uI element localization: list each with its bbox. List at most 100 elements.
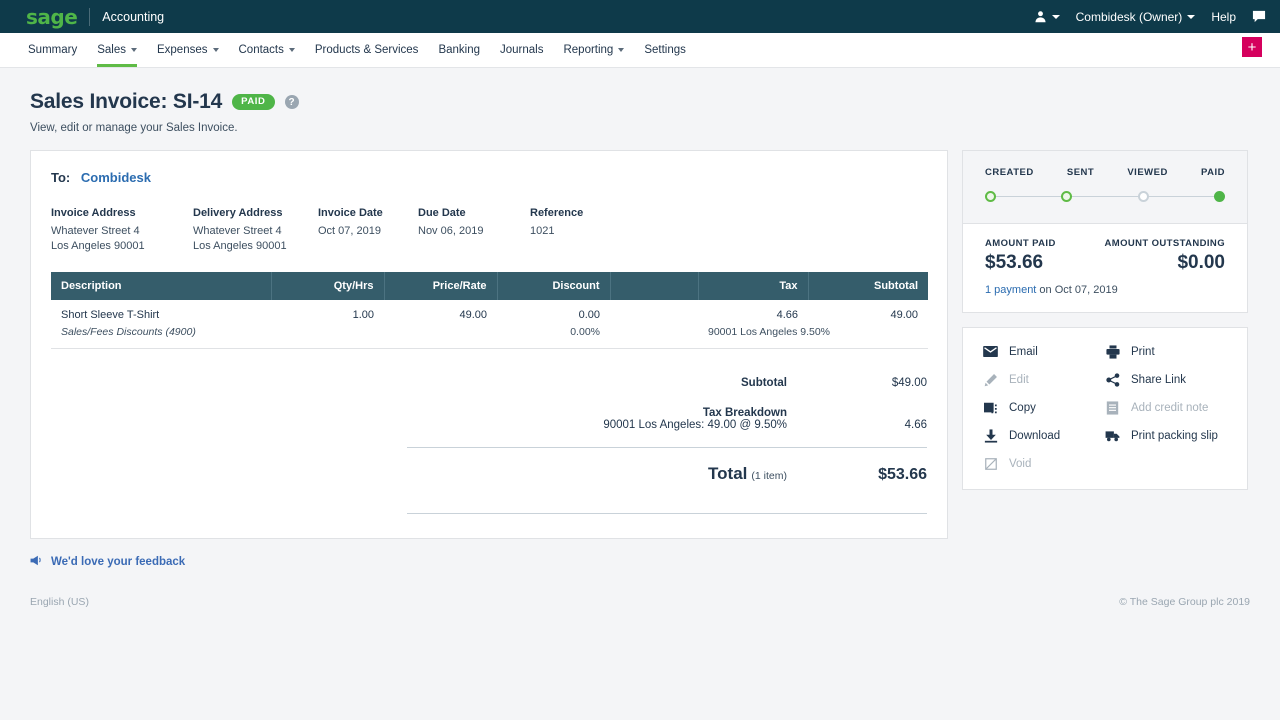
meta-due-date: Due Date Nov 06, 2019 <box>418 206 530 254</box>
document-icon <box>1105 400 1120 415</box>
nav-item-sales[interactable]: Sales <box>87 33 147 67</box>
content-layout: To: Combidesk Invoice Address Whatever S… <box>0 134 1280 539</box>
nav-item-banking[interactable]: Banking <box>428 33 490 67</box>
recipient-row: To: Combidesk <box>51 170 927 185</box>
table-row: Short Sleeve T-Shirt Sales/Fees Discount… <box>51 300 928 349</box>
invoice-meta: Invoice Address Whatever Street 4 Los An… <box>51 206 927 254</box>
cell-subtotal: 49.00 <box>808 300 928 349</box>
tax-breakdown-value: 4.66 <box>827 419 927 431</box>
amount-outstanding-block: AMOUNT OUTSTANDING $0.00 <box>1105 238 1226 274</box>
language-selector[interactable]: English (US) <box>30 596 89 608</box>
nav-label: Reporting <box>563 44 613 56</box>
action-email[interactable]: Email <box>983 344 1105 359</box>
action-share-link[interactable]: Share Link <box>1105 372 1227 387</box>
tracker-dot-created <box>985 191 996 202</box>
grand-total-row: Total(1 item) $53.66 <box>407 448 927 501</box>
total-label: Total <box>708 464 747 483</box>
table-header-row: Description Qty/Hrs Price/Rate Discount … <box>51 272 928 300</box>
side-column: CREATED SENT VIEWED PAID <box>962 150 1248 490</box>
tracker-dots-inner <box>985 191 1225 202</box>
megaphone-icon <box>30 555 43 569</box>
line-ledger-account: Sales/Fees Discounts (4900) <box>61 325 261 339</box>
total-labels: Total(1 item) <box>407 464 827 484</box>
nav-item-settings[interactable]: Settings <box>634 33 696 67</box>
meta-value: Nov 06, 2019 <box>418 224 530 239</box>
meta-reference: Reference 1021 <box>530 206 583 254</box>
top-bar: sage Accounting Combidesk (Owner) Help <box>0 0 1280 33</box>
account-menu[interactable]: Combidesk (Owner) <box>1076 10 1196 24</box>
cell-tax: 4.66 90001 Los Angeles 9.50% <box>698 300 808 349</box>
share-icon <box>1105 372 1120 387</box>
chevron-down-icon <box>213 48 219 52</box>
help-icon[interactable]: ? <box>285 95 299 109</box>
tax-breakdown-label: Tax Breakdown <box>703 407 787 419</box>
tax-breakdown-detail: 90001 Los Angeles: 49.00 @ 9.50% <box>603 419 787 431</box>
meta-value: Los Angeles 90001 <box>193 239 318 254</box>
discount-percent: 0.00% <box>507 325 600 339</box>
person-icon <box>1034 10 1047 23</box>
nav-label: Banking <box>438 44 480 56</box>
action-print[interactable]: Print <box>1105 344 1227 359</box>
action-void: Void <box>983 456 1105 471</box>
action-label: Print <box>1131 346 1155 358</box>
invoice-card: To: Combidesk Invoice Address Whatever S… <box>30 150 948 539</box>
logo-divider <box>89 8 90 26</box>
action-label: Email <box>1009 346 1038 358</box>
col-subtotal: Subtotal <box>808 272 928 300</box>
nav-item-expenses[interactable]: Expenses <box>147 33 229 67</box>
meta-label: Reference <box>530 206 583 221</box>
nav-item-reporting[interactable]: Reporting <box>553 33 634 67</box>
action-label: Void <box>1009 458 1031 470</box>
nav-item-contacts[interactable]: Contacts <box>229 33 305 67</box>
chevron-down-icon <box>1187 15 1195 19</box>
feedback-label: We'd love your feedback <box>51 556 185 568</box>
page-title: Sales Invoice: SI-14 <box>30 90 222 114</box>
nav-label: Journals <box>500 44 543 56</box>
col-discount: Discount <box>497 272 610 300</box>
action-download[interactable]: Download <box>983 428 1105 443</box>
total-value: $53.66 <box>827 466 927 484</box>
nav-label: Sales <box>97 44 126 56</box>
tracker-dot-paid <box>1214 191 1225 202</box>
meta-label: Due Date <box>418 206 530 221</box>
tracker-step-paid: PAID <box>1201 167 1225 178</box>
action-label: Share Link <box>1131 374 1186 386</box>
cell-discount: 0.00 0.00% <box>497 300 610 349</box>
cell-qty: 1.00 <box>271 300 384 349</box>
amount-outstanding-value: $0.00 <box>1105 252 1226 274</box>
chat-icon[interactable] <box>1252 10 1266 23</box>
payment-note: 1 payment on Oct 07, 2019 <box>985 284 1225 296</box>
tax-amount: 4.66 <box>777 309 798 321</box>
meta-label: Delivery Address <box>193 206 318 221</box>
nav-label: Expenses <box>157 44 208 56</box>
chevron-down-icon <box>289 48 295 52</box>
customer-link[interactable]: Combidesk <box>81 170 151 185</box>
app-name: Accounting <box>102 10 164 24</box>
meta-delivery-address: Delivery Address Whatever Street 4 Los A… <box>193 206 318 254</box>
meta-invoice-date: Invoice Date Oct 07, 2019 <box>318 206 418 254</box>
title-row: Sales Invoice: SI-14 PAID ? <box>30 90 1280 114</box>
help-link[interactable]: Help <box>1211 10 1236 24</box>
nav-item-summary[interactable]: Summary <box>18 33 87 67</box>
payment-link[interactable]: 1 payment <box>985 284 1036 296</box>
sage-logo[interactable]: sage <box>26 7 77 27</box>
col-tax: Tax <box>698 272 808 300</box>
nav-item-products-services[interactable]: Products & Services <box>305 33 429 67</box>
meta-label: Invoice Address <box>51 206 193 221</box>
action-print-packing-slip[interactable]: Print packing slip <box>1105 428 1227 443</box>
cell-description: Short Sleeve T-Shirt Sales/Fees Discount… <box>51 300 271 349</box>
nav-label: Summary <box>28 44 77 56</box>
actions-left-column: Email Edit Copy <box>983 344 1105 471</box>
add-new-button[interactable]: + <box>1242 37 1262 57</box>
feedback-link[interactable]: We'd love your feedback <box>30 555 1280 569</box>
amount-paid-block: AMOUNT PAID $53.66 <box>985 238 1056 274</box>
subtotal-row: Subtotal $49.00 <box>407 373 927 393</box>
user-menu[interactable] <box>1034 10 1060 23</box>
nav-item-journals[interactable]: Journals <box>490 33 553 67</box>
chevron-down-icon <box>618 48 624 52</box>
tax-breakdown-labels: Tax Breakdown 90001 Los Angeles: 49.00 @… <box>407 407 827 431</box>
meta-value: Whatever Street 4 <box>51 224 193 239</box>
action-copy[interactable]: Copy <box>983 400 1105 415</box>
void-icon <box>983 456 998 471</box>
amount-paid-value: $53.66 <box>985 252 1056 274</box>
